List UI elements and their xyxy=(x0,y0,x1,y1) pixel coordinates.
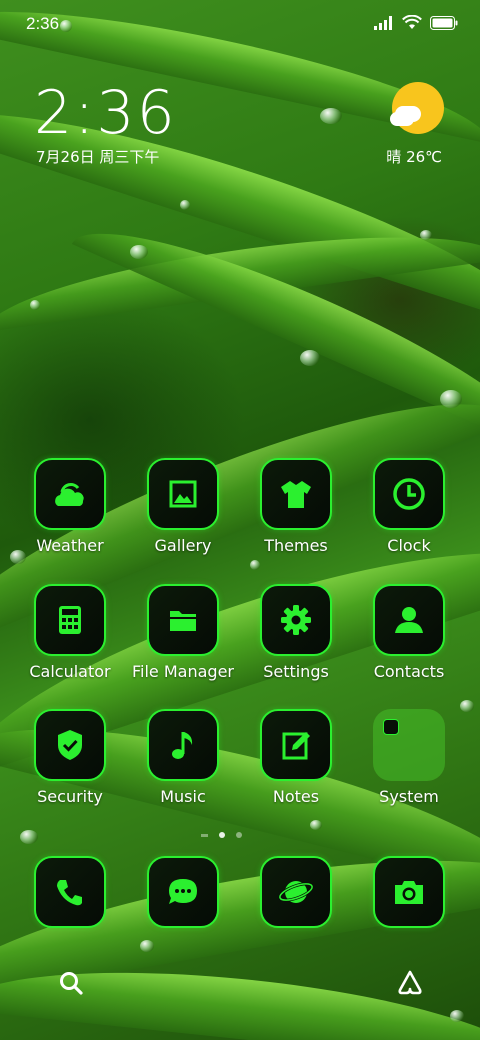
status-bar: 2:36 xyxy=(0,0,480,48)
themes-icon xyxy=(260,458,332,530)
status-time: 2:36 xyxy=(26,14,60,33)
app-contacts[interactable]: Contacts xyxy=(349,584,469,681)
status-icons xyxy=(374,15,458,30)
app-file-manager[interactable]: File Manager xyxy=(123,584,243,681)
app-label: Security xyxy=(37,787,103,806)
gear-icon xyxy=(260,584,332,656)
browser-icon xyxy=(260,856,332,928)
app-label: Notes xyxy=(272,787,320,806)
contacts-icon xyxy=(373,584,445,656)
music-icon xyxy=(147,709,219,781)
weather-icon xyxy=(34,458,106,530)
dock-phone[interactable] xyxy=(10,856,130,928)
app-label: System xyxy=(379,787,439,806)
assistant-icon[interactable] xyxy=(396,968,424,996)
weather-widget-text[interactable]: 晴 26℃ xyxy=(386,146,442,167)
signal-icon xyxy=(374,15,392,30)
clock-icon xyxy=(373,458,445,530)
wifi-icon xyxy=(402,15,422,29)
shield-icon xyxy=(34,709,106,781)
dock-browser[interactable] xyxy=(236,856,356,928)
weather-widget-icon[interactable] xyxy=(390,82,444,136)
cloud-icon xyxy=(390,112,414,126)
app-music[interactable]: Music xyxy=(123,709,243,806)
app-system-folder[interactable]: System xyxy=(349,709,469,806)
folder-icon xyxy=(373,709,445,781)
page-dot-minus-one xyxy=(201,834,208,837)
folder-icon xyxy=(147,584,219,656)
app-label: Gallery xyxy=(154,536,212,555)
camera-icon xyxy=(373,856,445,928)
page-indicator[interactable] xyxy=(0,832,480,840)
clock-widget-time[interactable]: 2:36 xyxy=(34,78,177,148)
page-dot-active xyxy=(219,832,225,838)
phone-icon xyxy=(34,856,106,928)
app-label: Themes xyxy=(264,536,328,555)
app-clock[interactable]: Clock xyxy=(349,458,469,555)
bottom-bar xyxy=(0,962,480,1002)
app-themes[interactable]: Themes xyxy=(236,458,356,555)
battery-icon xyxy=(430,15,458,30)
search-icon[interactable] xyxy=(58,970,84,996)
calculator-icon xyxy=(34,584,106,656)
app-weather[interactable]: Weather xyxy=(10,458,130,555)
app-settings[interactable]: Settings xyxy=(236,584,356,681)
app-calculator[interactable]: Calculator xyxy=(10,584,130,681)
app-label: Weather xyxy=(36,536,104,555)
app-label: Settings xyxy=(263,662,329,681)
clock-widget-date[interactable]: 7月26日 周三下午 xyxy=(36,146,159,167)
app-label: Calculator xyxy=(29,662,111,681)
app-gallery[interactable]: Gallery xyxy=(123,458,243,555)
dock-messages[interactable] xyxy=(123,856,243,928)
app-security[interactable]: Security xyxy=(10,709,130,806)
notes-icon xyxy=(260,709,332,781)
app-label: Music xyxy=(160,787,206,806)
page-dot xyxy=(236,832,242,838)
sun-icon xyxy=(392,82,444,134)
app-label: Clock xyxy=(387,536,431,555)
app-notes[interactable]: Notes xyxy=(236,709,356,806)
gallery-icon xyxy=(147,458,219,530)
app-label: File Manager xyxy=(132,662,234,681)
app-label: Contacts xyxy=(373,662,445,681)
dock-camera[interactable] xyxy=(349,856,469,928)
messages-icon xyxy=(147,856,219,928)
